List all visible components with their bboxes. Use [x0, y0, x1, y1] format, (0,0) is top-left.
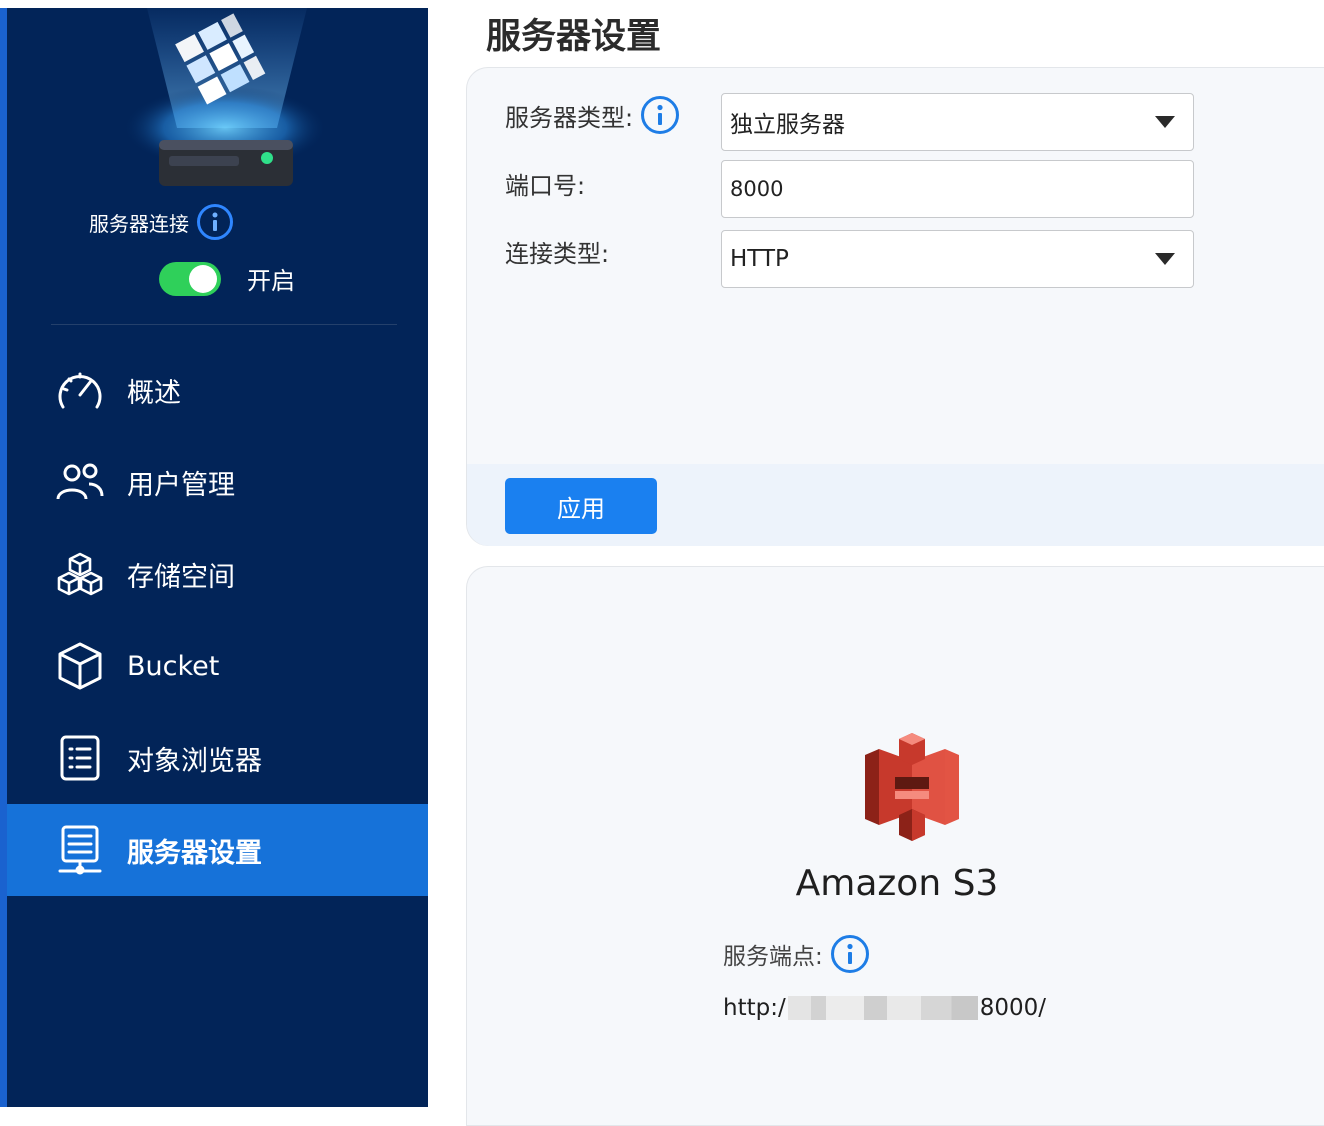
s3-title: Amazon S3 [795, 863, 999, 904]
server-type-row: 服务器类型: [505, 96, 680, 134]
storage-cubes-icon [53, 547, 107, 601]
chevron-down-icon [1155, 253, 1175, 265]
server-type-select[interactable]: 独立服务器 [721, 93, 1194, 151]
server-connection-label: 服务器连接 [89, 211, 189, 236]
amazon-s3-logo-icon [865, 733, 959, 841]
server-type-value: 独立服务器 [730, 112, 845, 138]
server-hero-illustration [123, 8, 327, 186]
sidebar-item-overview[interactable]: 概述 [7, 344, 428, 436]
server-settings-card: 服务器类型: 独立服务器 端口号: 连接类型: HTTP 应用 [466, 67, 1324, 546]
connection-type-row: 连接类型: [505, 234, 609, 269]
page-title: 服务器设置 [486, 17, 662, 57]
server-type-label: 服务器类型: [505, 103, 634, 132]
server-connection-toggle[interactable] [159, 261, 221, 296]
sidebar-item-object-browser[interactable]: 对象浏览器 [7, 712, 428, 804]
sidebar-item-label: Bucket [127, 650, 220, 682]
redacted-host [787, 996, 978, 1020]
server-connection-row: 服务器连接 [89, 204, 233, 240]
port-row: 端口号: [505, 166, 585, 201]
sidebar-item-label: 服务器设置 [127, 837, 262, 869]
users-icon [53, 455, 107, 509]
port-field[interactable] [721, 160, 1194, 218]
sidebar-item-server-settings[interactable]: 服务器设置 [7, 804, 428, 896]
document-list-icon [53, 731, 107, 785]
endpoint-url-prefix: http:/ [723, 995, 786, 1021]
connection-type-select[interactable]: HTTP [721, 230, 1194, 288]
apply-button[interactable]: 应用 [505, 478, 657, 534]
toggle-knob [189, 264, 217, 293]
sidebar: 服务器连接 开启 概述 用户管理 存储空间 Bucket 对象浏览器 服务器设置 [0, 8, 428, 1107]
server-connection-toggle-row: 开启 [159, 261, 295, 296]
sidebar-item-label: 对象浏览器 [127, 745, 262, 777]
endpoint-url-suffix: 8000/ [979, 995, 1047, 1021]
info-icon[interactable] [641, 96, 680, 134]
port-input[interactable] [730, 177, 1193, 201]
sidebar-item-user-management[interactable]: 用户管理 [7, 436, 428, 528]
port-label: 端口号: [505, 172, 586, 200]
endpoint-url[interactable]: http:/ 8000/ [723, 995, 1046, 1021]
apply-bar: 应用 [467, 464, 1324, 546]
sidebar-item-label: 存储空间 [127, 561, 235, 593]
connection-type-value: HTTP [730, 246, 789, 272]
chevron-down-icon [1155, 116, 1175, 128]
sidebar-nav: 概述 用户管理 存储空间 Bucket 对象浏览器 服务器设置 [7, 344, 428, 896]
sidebar-item-label: 概述 [127, 377, 181, 409]
toggle-state-label: 开启 [247, 267, 295, 295]
main-content: 服务器设置 服务器类型: 独立服务器 端口号: 连接类型: HTTP 应用 [428, 0, 1324, 1126]
s3-endpoint-card: Amazon S3 服务端点: http:/ 8000/ [466, 566, 1324, 1126]
sidebar-item-bucket[interactable]: Bucket [7, 620, 428, 712]
sidebar-item-label: 用户管理 [127, 469, 235, 501]
endpoint-label: 服务端点: [723, 944, 823, 970]
sidebar-item-storage[interactable]: 存储空间 [7, 528, 428, 620]
info-icon[interactable] [197, 204, 233, 240]
speedometer-icon [53, 363, 107, 417]
sidebar-divider [51, 324, 397, 325]
server-settings-icon [53, 823, 107, 877]
cube-icon [53, 639, 107, 693]
info-icon[interactable] [830, 935, 869, 973]
connection-type-label: 连接类型: [505, 240, 610, 268]
endpoint-row: 服务端点: [723, 935, 869, 973]
